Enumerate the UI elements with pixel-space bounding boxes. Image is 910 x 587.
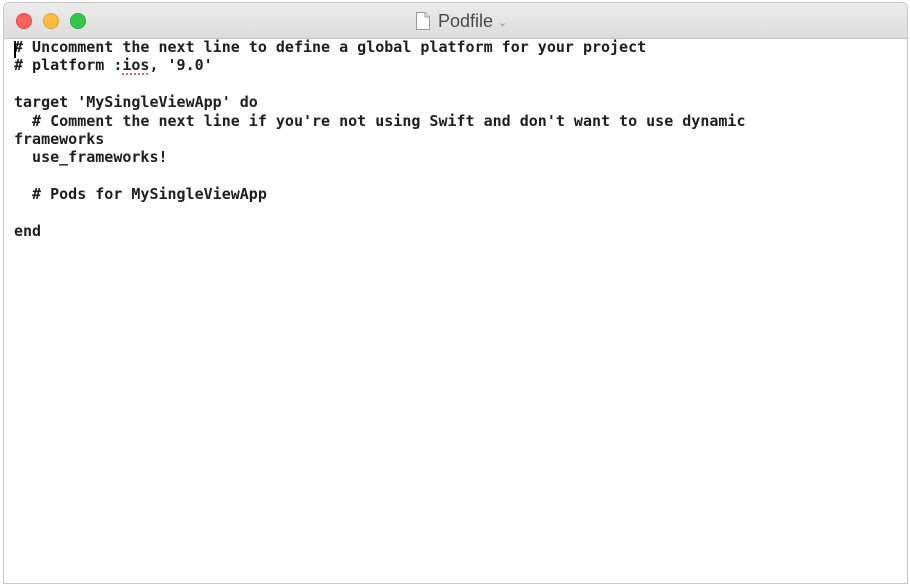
editor-line: # Comment the next line if you're not us…	[14, 111, 746, 130]
window-title-group[interactable]: Podfile ⌄	[416, 9, 507, 33]
editor-line: # Pods for MySingleViewApp	[14, 185, 267, 204]
editor-line: frameworks	[14, 129, 105, 148]
editor-line: # Uncomment the next line to define a gl…	[14, 38, 647, 56]
misspelled-word: ios	[122, 56, 150, 75]
document-icon	[416, 12, 430, 30]
editor-line-text: # platform :	[14, 56, 123, 75]
text-caret	[14, 41, 16, 58]
textedit-window: Podfile ⌄ # Uncomment the next line to d…	[3, 2, 908, 584]
title-bar[interactable]: Podfile ⌄	[4, 3, 907, 39]
editor-line: target 'MySingleViewApp' do	[14, 93, 258, 112]
minimize-button[interactable]	[43, 13, 59, 29]
close-button[interactable]	[16, 13, 32, 29]
window-title: Podfile	[438, 10, 494, 31]
editor-line-text: , '9.0'	[149, 56, 213, 75]
text-editor[interactable]: # Uncomment the next line to define a gl…	[14, 38, 894, 578]
editor-line: end	[14, 221, 42, 240]
zoom-button[interactable]	[70, 13, 86, 29]
editor-line: use_frameworks!	[14, 148, 168, 167]
chevron-down-icon[interactable]: ⌄	[498, 16, 507, 29]
editor-line: # platform :ios, '9.0'	[14, 56, 894, 74]
